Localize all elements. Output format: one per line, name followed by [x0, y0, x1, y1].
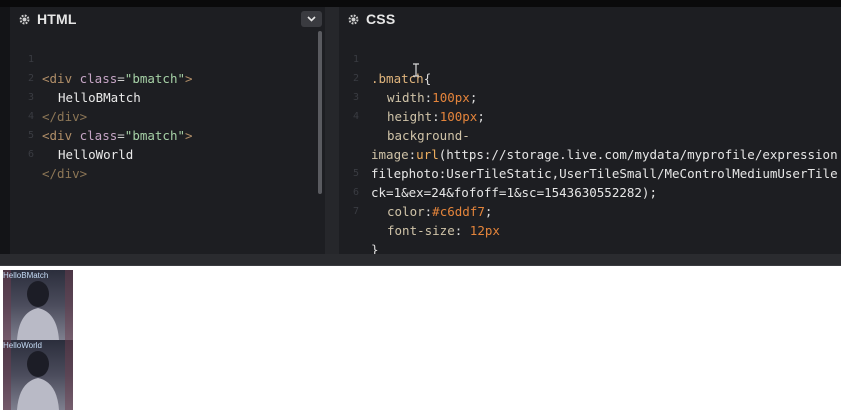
- bmatch-box: HelloWorld: [3, 340, 73, 410]
- bmatch-text: HelloBMatch: [3, 271, 49, 280]
- code-line: 1 .bmatch{: [339, 31, 841, 86]
- html-editor-panel: HTML 1 <div class="bmatch"> 2 HelloBMatc…: [10, 7, 325, 254]
- preview-resize-handle[interactable]: [0, 254, 841, 266]
- code-line: 2 HelloBMatch: [10, 50, 325, 105]
- bmatch-box: HelloBMatch: [3, 270, 73, 340]
- code-line: 6 </div>: [10, 126, 325, 181]
- gear-icon[interactable]: [346, 12, 360, 26]
- html-editor-scrollbar[interactable]: [318, 31, 322, 194]
- profile-photo-tile: [3, 270, 73, 340]
- html-panel-header: HTML: [10, 7, 325, 31]
- code-line: 7 font-size: 12px: [339, 183, 841, 238]
- html-text: HelloWorld: [58, 147, 134, 162]
- css-editor-panel: CSS 1 .bmatch{ 2 width:100px; 3 height:1…: [339, 7, 841, 254]
- panel-resize-handle[interactable]: [325, 7, 339, 254]
- code-line: 6 color:#c6ddf7;: [339, 164, 841, 219]
- code-line: 5 ck=1&ex=24&fofoff=1&sc=1543630552282);: [339, 145, 841, 200]
- css-value: 12px: [469, 223, 500, 238]
- html-tag: </div>: [42, 166, 88, 181]
- code-line: }: [339, 202, 841, 254]
- code-line: 4 background-: [339, 88, 841, 143]
- code-line: 5 HelloWorld: [10, 107, 325, 162]
- line-number: 6: [27, 149, 34, 160]
- result-preview: HelloBMatch HelloWorld: [0, 266, 841, 411]
- css-property: font-size: [387, 223, 455, 238]
- html-panel-title: HTML: [37, 11, 77, 27]
- css-panel-title: CSS: [366, 11, 396, 27]
- css-panel-header: CSS: [339, 7, 841, 31]
- html-code-editor[interactable]: 1 <div class="bmatch"> 2 HelloBMatch 3 <…: [10, 31, 325, 181]
- text-cursor-icon: [412, 62, 420, 77]
- code-line: 1 <div class="bmatch">: [10, 31, 325, 86]
- code-line: 4 <div class="bmatch">: [10, 88, 325, 143]
- css-brace: }: [371, 242, 379, 254]
- css-code-editor[interactable]: 1 .bmatch{ 2 width:100px; 3 height:100px…: [339, 31, 841, 254]
- code-line: image:url(https://storage.live.com/mydat…: [371, 147, 838, 162]
- gear-icon[interactable]: [17, 12, 31, 26]
- code-line: filephoto:UserTileStatic,UserTileSmall/M…: [339, 126, 841, 181]
- bmatch-text: HelloWorld: [3, 341, 42, 350]
- profile-photo-tile: [3, 340, 73, 410]
- top-strip: [0, 0, 841, 7]
- chevron-down-icon[interactable]: [301, 11, 322, 27]
- code-line: 3 </div>: [10, 69, 325, 124]
